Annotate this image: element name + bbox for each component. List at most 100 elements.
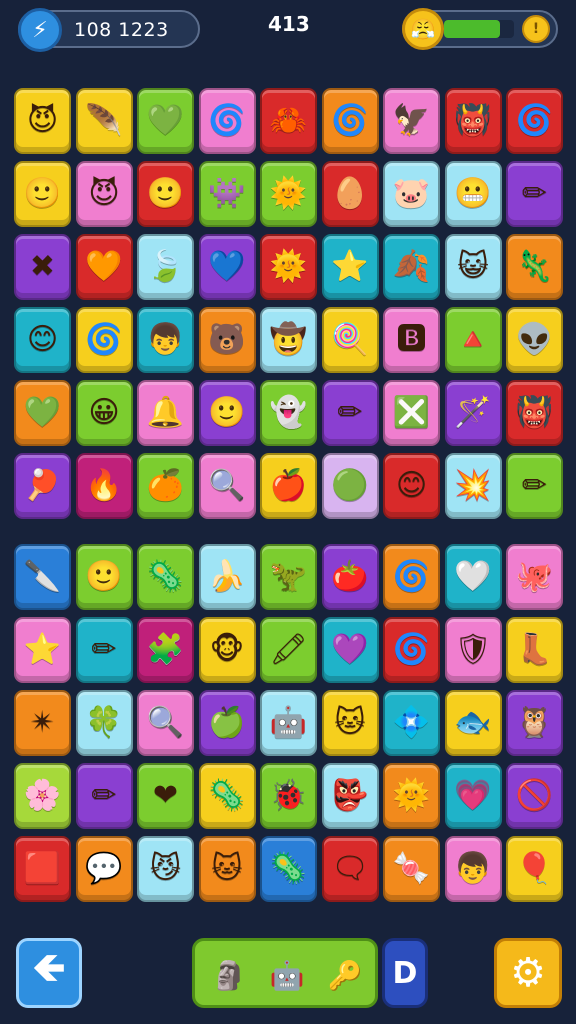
tile[interactable]: 🌀 <box>383 617 440 683</box>
tile[interactable]: 🌞 <box>260 234 317 300</box>
key-powerup-icon[interactable]: 🔑 <box>325 955 365 995</box>
tile[interactable]: 🤍 <box>444 544 502 610</box>
extra-button[interactable]: D <box>382 938 428 1008</box>
tile[interactable]: 🙂 <box>137 161 194 227</box>
tile[interactable]: ✖ <box>14 234 71 300</box>
tile[interactable]: 🐻 <box>198 307 256 373</box>
tile[interactable]: ✏ <box>321 380 379 446</box>
tile[interactable]: 😺 <box>444 234 502 300</box>
energy-meter[interactable]: 😤 ! <box>402 8 558 50</box>
tile[interactable]: 🦉 <box>506 690 563 756</box>
tile[interactable]: 🍎 <box>260 453 317 519</box>
tile[interactable]: 🍊 <box>137 453 194 519</box>
tile[interactable]: 🔍 <box>137 690 194 756</box>
tile[interactable]: ✏ <box>75 763 133 829</box>
tile[interactable]: 🐙 <box>506 544 563 610</box>
tile[interactable]: 👦 <box>444 836 502 902</box>
tile[interactable]: 🗨 <box>321 836 379 902</box>
tile[interactable]: 🟢 <box>321 453 379 519</box>
tile[interactable]: 🛡 <box>444 617 502 683</box>
tile[interactable]: 👾 <box>198 161 256 227</box>
settings-button[interactable]: ⚙ <box>494 938 562 1008</box>
tile[interactable]: 🍏 <box>198 690 256 756</box>
tile[interactable]: 🍌 <box>198 544 256 610</box>
tile[interactable]: 🎈 <box>506 836 563 902</box>
tile[interactable]: 🌞 <box>383 763 440 829</box>
tile[interactable]: 💥 <box>444 453 502 519</box>
tile[interactable]: 🅱 <box>383 307 440 373</box>
tile[interactable]: 🌀 <box>383 544 440 610</box>
tile[interactable]: 🍂 <box>383 234 440 300</box>
tile[interactable]: 🌀 <box>75 307 133 373</box>
tile[interactable]: 🦠 <box>260 836 317 902</box>
tile[interactable]: 💜 <box>321 617 379 683</box>
tile[interactable]: 💙 <box>198 234 256 300</box>
tile[interactable]: 🖍 <box>260 617 317 683</box>
tile[interactable]: 😊 <box>383 453 440 519</box>
face-powerup-icon[interactable]: 🗿 <box>209 955 249 995</box>
tile[interactable]: 👹 <box>444 88 502 154</box>
tile[interactable]: 🤠 <box>260 307 317 373</box>
tile[interactable]: 🚫 <box>506 763 563 829</box>
tile[interactable]: 🔥 <box>75 453 133 519</box>
tile[interactable]: 🪄 <box>444 380 502 446</box>
tile[interactable]: 🐵 <box>198 617 256 683</box>
tile[interactable]: 🏓 <box>14 453 71 519</box>
robot-powerup-icon[interactable]: 🤖 <box>267 955 307 995</box>
tile[interactable]: 💠 <box>383 690 440 756</box>
tile[interactable]: 😊 <box>14 307 71 373</box>
tile[interactable]: ✏ <box>506 453 563 519</box>
tile[interactable]: 😀 <box>75 380 133 446</box>
tile[interactable]: 💚 <box>14 380 71 446</box>
tile[interactable]: ✏ <box>75 617 133 683</box>
tile[interactable]: 🟥 <box>14 836 71 902</box>
tile[interactable]: 🔔 <box>137 380 194 446</box>
tile[interactable]: 🙂 <box>198 380 256 446</box>
tile[interactable]: 🧩 <box>137 617 194 683</box>
tile[interactable]: 🐞 <box>260 763 317 829</box>
tile[interactable]: 😼 <box>137 836 194 902</box>
tile[interactable]: 🍭 <box>321 307 379 373</box>
tile[interactable]: ❎ <box>383 380 440 446</box>
tile[interactable]: 👻 <box>260 380 317 446</box>
tile[interactable]: ⭐ <box>14 617 71 683</box>
tile[interactable]: 🙂 <box>75 544 133 610</box>
tile[interactable]: 🧡 <box>75 234 133 300</box>
tile[interactable]: 🌞 <box>260 161 317 227</box>
tile[interactable]: 🤖 <box>260 690 317 756</box>
tile[interactable]: 🍅 <box>321 544 379 610</box>
tile[interactable]: 🔪 <box>14 544 71 610</box>
tile[interactable]: 🐟 <box>444 690 502 756</box>
coin-icon[interactable]: ! <box>522 15 550 43</box>
tile[interactable]: 🍀 <box>75 690 133 756</box>
tile[interactable]: 👽 <box>506 307 563 373</box>
back-button[interactable]: 🡸 <box>16 938 82 1008</box>
tile[interactable]: 💬 <box>75 836 133 902</box>
tile[interactable]: 🔺 <box>444 307 502 373</box>
tile[interactable]: 🥚 <box>321 161 379 227</box>
tile[interactable]: 🦀 <box>260 88 317 154</box>
tile[interactable]: 🌀 <box>506 88 563 154</box>
tile[interactable]: 🐷 <box>383 161 440 227</box>
tile[interactable]: 🦖 <box>260 544 317 610</box>
tile[interactable]: 🙂 <box>14 161 71 227</box>
tile[interactable]: 🦠 <box>198 763 256 829</box>
tile[interactable]: 💚 <box>137 88 194 154</box>
tile[interactable]: 🍃 <box>137 234 194 300</box>
tile[interactable]: 👺 <box>321 763 379 829</box>
tile[interactable]: 😈 <box>75 161 133 227</box>
tile[interactable]: 🔍 <box>198 453 256 519</box>
tile[interactable]: ✴ <box>14 690 71 756</box>
tile[interactable]: 🌀 <box>198 88 256 154</box>
tile[interactable]: 💗 <box>444 763 502 829</box>
tile[interactable]: 👢 <box>506 617 563 683</box>
tile[interactable]: ✏ <box>506 161 563 227</box>
tile[interactable]: 🌀 <box>321 88 379 154</box>
tile[interactable]: 😈 <box>14 88 71 154</box>
tile[interactable]: 🍬 <box>383 836 440 902</box>
tile[interactable]: 🐱 <box>321 690 379 756</box>
tile[interactable]: 🦅 <box>383 88 440 154</box>
tile[interactable]: ❤ <box>137 763 194 829</box>
tile[interactable]: 🐱 <box>198 836 256 902</box>
tile[interactable]: 😬 <box>444 161 502 227</box>
